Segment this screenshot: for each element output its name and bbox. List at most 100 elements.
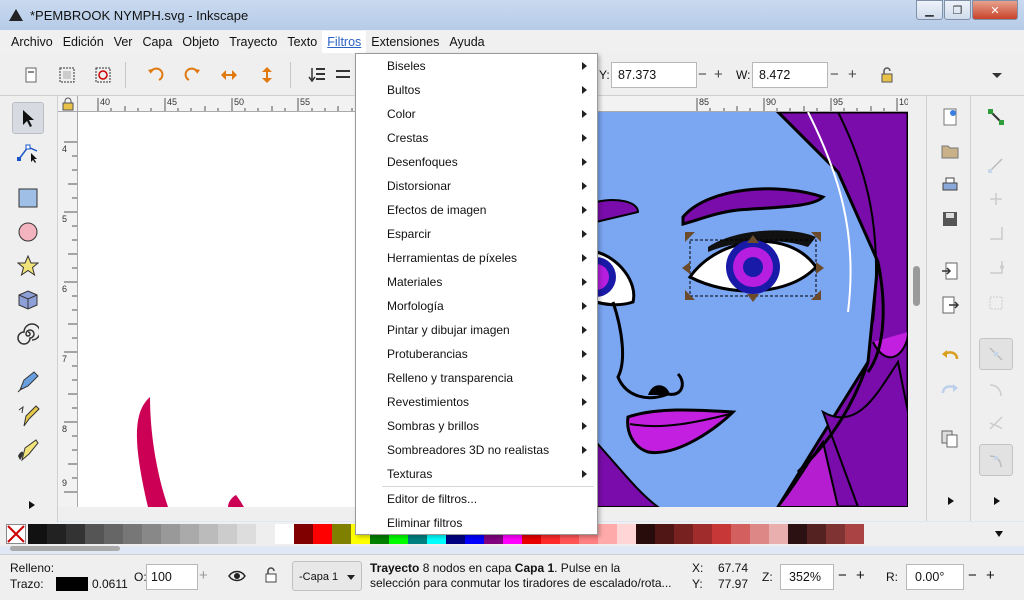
filters-submenu-materiales[interactable]: Materiales (356, 270, 597, 294)
color-swatch[interactable] (693, 524, 712, 544)
filters-submenu-relleno-transparencia[interactable]: Relleno y transparencia (356, 366, 597, 390)
snap-bbox-midpoint-button[interactable] (985, 256, 1007, 278)
filters-submenu-revestimientos[interactable]: Revestimientos (356, 390, 597, 414)
select-all-layers-icon[interactable] (58, 66, 76, 84)
color-swatch[interactable] (807, 524, 826, 544)
opacity-increment-button[interactable]: + (199, 567, 208, 584)
3d-box-tool[interactable] (12, 284, 44, 316)
zoom-input[interactable]: 352% (780, 564, 834, 590)
color-swatch[interactable] (750, 524, 769, 544)
rotation-increment-button[interactable]: + (986, 567, 995, 584)
y-decrement-button[interactable]: − (698, 67, 707, 83)
filters-submenu-biseles[interactable]: Biseles (356, 54, 597, 78)
filters-submenu-sombras-brillos[interactable]: Sombras y brillos (356, 414, 597, 438)
w-input[interactable]: 8.472 (752, 62, 828, 88)
lock-guides-icon[interactable] (61, 97, 75, 111)
commands-more-icon[interactable] (947, 496, 955, 506)
ellipse-tool[interactable] (12, 216, 44, 248)
stroke-swatch[interactable] (56, 577, 88, 591)
filters-submenu-desenfoques[interactable]: Desenfoques (356, 150, 597, 174)
color-swatch[interactable] (237, 524, 256, 544)
filters-submenu-crestas[interactable]: Crestas (356, 126, 597, 150)
import-button[interactable] (939, 260, 961, 282)
snap-bbox-edge-button[interactable] (985, 188, 1007, 210)
rectangle-tool[interactable] (12, 182, 44, 214)
snap-smooth-nodes-button[interactable] (979, 444, 1013, 476)
palette-scrollbar[interactable] (10, 546, 120, 551)
menu-ayuda[interactable]: Ayuda (444, 31, 489, 53)
filters-submenu-bultos[interactable]: Bultos (356, 78, 597, 102)
menu-extensiones[interactable]: Extensiones (366, 31, 444, 53)
snap-nodes-button[interactable] (979, 338, 1013, 370)
color-swatch[interactable] (123, 524, 142, 544)
maximize-button[interactable]: ❐ (944, 0, 971, 20)
color-swatch[interactable] (712, 524, 731, 544)
snap-more-icon[interactable] (993, 496, 1001, 506)
color-swatch[interactable] (769, 524, 788, 544)
color-swatch[interactable] (313, 524, 332, 544)
snap-intersections-button[interactable] (985, 412, 1007, 434)
overflow-chevron-icon[interactable] (988, 66, 1006, 84)
rotate-cw-icon[interactable] (184, 66, 202, 84)
w-decrement-button[interactable]: − (830, 67, 839, 83)
menu-filtros[interactable]: Filtros (322, 31, 367, 53)
remove-filters-menu-item[interactable]: Eliminar filtros (356, 511, 597, 535)
deselect-icon[interactable] (94, 66, 112, 84)
filters-submenu-color[interactable]: Color (356, 102, 597, 126)
color-swatch[interactable] (218, 524, 237, 544)
color-swatch[interactable] (161, 524, 180, 544)
zoom-increment-button[interactable]: + (856, 567, 865, 584)
export-button[interactable] (939, 294, 961, 316)
color-swatch[interactable] (66, 524, 85, 544)
filter-editor-menu-item[interactable]: Editor de filtros... (356, 487, 597, 511)
color-swatch[interactable] (636, 524, 655, 544)
save-button[interactable] (939, 208, 961, 230)
filters-submenu-sombreadores-3d[interactable]: Sombreadores 3D no realistas (356, 438, 597, 462)
flip-vertical-icon[interactable] (258, 66, 276, 84)
color-swatch[interactable] (731, 524, 750, 544)
filters-submenu-efectos-imagen[interactable]: Efectos de imagen (356, 198, 597, 222)
color-swatch[interactable] (104, 524, 123, 544)
filters-submenu-herramientas-pixeles[interactable]: Herramientas de píxeles (356, 246, 597, 270)
filters-submenu-morfologia[interactable]: Morfología (356, 294, 597, 318)
vertical-scrollbar[interactable] (908, 96, 926, 507)
snap-paths-button[interactable] (985, 378, 1007, 400)
palette-menu-icon[interactable] (994, 530, 1004, 538)
stroke-width[interactable]: 0.0611 (92, 577, 128, 591)
snap-toggle-button[interactable] (985, 106, 1007, 128)
menu-capa[interactable]: Capa (137, 31, 177, 53)
y-input[interactable]: 87.373 (611, 62, 697, 88)
select-all-icon[interactable] (22, 66, 40, 84)
filters-submenu-protuberancias[interactable]: Protuberancias (356, 342, 597, 366)
color-swatch[interactable] (598, 524, 617, 544)
flip-horizontal-icon[interactable] (220, 66, 238, 84)
snap-bbox-center-button[interactable] (985, 292, 1007, 314)
minimize-button[interactable]: ▁ (916, 0, 943, 20)
filters-submenu-texturas[interactable]: Texturas (356, 462, 597, 486)
color-swatch[interactable] (826, 524, 845, 544)
menu-ver[interactable]: Ver (109, 31, 138, 53)
new-document-button[interactable] (939, 106, 961, 128)
eye-icon[interactable] (228, 569, 246, 583)
vertical-scroll-thumb[interactable] (913, 266, 920, 306)
star-tool[interactable] (12, 250, 44, 282)
close-button[interactable]: ✕ (972, 0, 1018, 20)
calligraphy-tool[interactable] (12, 434, 44, 466)
rotate-ccw-icon[interactable] (146, 66, 164, 84)
menu-texto[interactable]: Texto (282, 31, 322, 53)
filters-submenu-distorsionar[interactable]: Distorsionar (356, 174, 597, 198)
color-swatch[interactable] (28, 524, 47, 544)
color-swatch[interactable] (47, 524, 66, 544)
no-paint-swatch[interactable] (6, 524, 26, 544)
toolbox-more-icon[interactable] (28, 500, 36, 510)
opacity-input[interactable]: 100 (146, 564, 198, 590)
menu-edicion[interactable]: Edición (58, 31, 109, 53)
color-swatch[interactable] (617, 524, 636, 544)
color-swatch[interactable] (845, 524, 864, 544)
color-swatch[interactable] (275, 524, 294, 544)
color-swatch[interactable] (199, 524, 218, 544)
color-swatch[interactable] (85, 524, 104, 544)
y-increment-button[interactable]: + (714, 67, 723, 83)
layer-lock-icon[interactable] (264, 567, 278, 583)
zoom-decrement-button[interactable]: − (838, 567, 847, 584)
